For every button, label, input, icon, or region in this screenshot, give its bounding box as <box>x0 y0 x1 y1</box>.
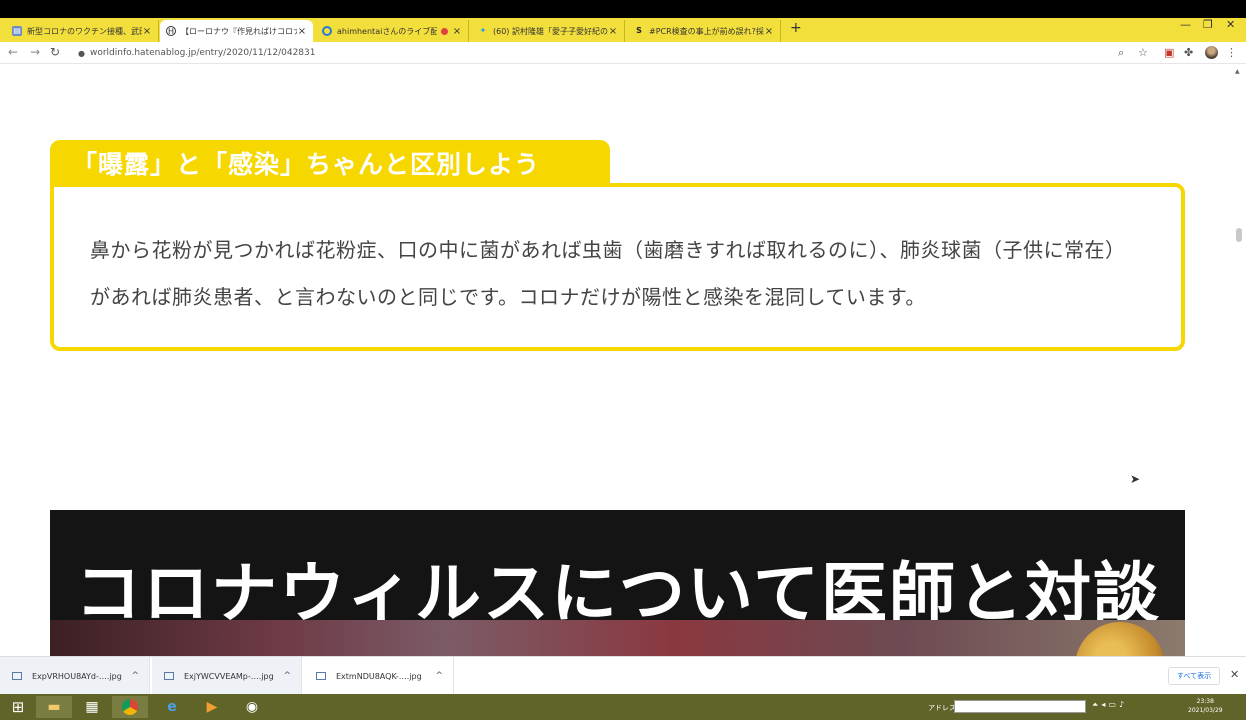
tab-2[interactable]: H 【ローロナウ『作見ればけコロナ脱却の… × <box>160 20 313 42</box>
profile-avatar[interactable] <box>1205 46 1218 59</box>
lock-icon: ● <box>78 48 85 58</box>
banner-photo <box>50 620 1185 656</box>
tab-title: #PCR検査の事上が前め誤れ?採用 <box>649 26 764 36</box>
back-icon[interactable]: ← <box>8 45 18 59</box>
tab-title: (60) 訳村隆雄「愛子子愛好紀の… <box>493 26 608 36</box>
tab-3[interactable]: ahimhentaiさんのライブ配信 × <box>316 20 469 42</box>
scrollbar[interactable]: ▲ <box>1232 64 1246 656</box>
clock-date: 2021/03/29 <box>1188 707 1223 714</box>
download-item[interactable]: ExpVRHOU8AYd-….jpg ^ <box>0 657 150 695</box>
image-file-icon <box>316 672 326 680</box>
chevron-up-icon[interactable]: ^ <box>283 671 291 681</box>
media-player-icon[interactable]: ▶ <box>194 696 230 718</box>
show-all-downloads-button[interactable]: すべて表示 <box>1168 667 1220 685</box>
recording-dot-icon <box>441 27 448 35</box>
callout-text: 鼻から花粉が見つかれば花粉症、口の中に菌があれば虫歯（歯磨きすれば取れるのに）、… <box>90 238 1126 309</box>
taskbar-clock[interactable]: 23:38 2021/03/29 <box>1188 697 1223 715</box>
hatena-icon: H <box>166 26 176 36</box>
address-bar: ← → ↻ ● worldinfo.hatenablog.jp/entry/20… <box>0 42 1246 64</box>
close-icon[interactable]: × <box>452 26 462 37</box>
section-heading-text: 「曝露」と「感染」ちゃんと区別しよう <box>72 150 541 179</box>
store-icon[interactable]: ▦ <box>74 696 110 718</box>
extensions-puzzle-icon[interactable]: ✤ <box>1184 46 1193 59</box>
chrome-circle-icon <box>322 26 332 36</box>
windows-start-icon[interactable]: ⊞ <box>0 696 36 718</box>
bookmark-star-icon[interactable]: ☆ <box>1138 46 1148 59</box>
image-file-icon <box>164 672 174 680</box>
section-heading: 「曝露」と「感染」ちゃんと区別しよう <box>50 140 610 186</box>
menu-dots-icon[interactable]: ⋮ <box>1226 46 1237 59</box>
tab-bar: ▤ 新型コロナのワクチン接種、武田田… × H 【ローロナウ『作見ればけコロナ脱… <box>0 18 1246 42</box>
reload-icon[interactable]: ↻ <box>50 45 60 59</box>
banner-image[interactable]: コロナウィルスについて医師と対談 <box>50 510 1185 656</box>
download-item[interactable]: ExjYWCVVEAMp-….jpg ^ <box>152 657 302 695</box>
tab-title: 【ローロナウ『作見ればけコロナ脱却の… <box>181 26 297 36</box>
url-text: worldinfo.hatenablog.jp/entry/2020/11/12… <box>89 48 316 58</box>
close-icon[interactable]: × <box>297 26 307 37</box>
tab-4[interactable]: ✦ (60) 訳村隆雄「愛子子愛好紀の… × <box>472 20 625 42</box>
mouse-pointer-icon: ➤ <box>1130 472 1141 486</box>
close-icon[interactable]: × <box>608 26 618 37</box>
forward-icon[interactable]: → <box>30 45 40 59</box>
tab-title: ahimhentaiさんのライブ配信 <box>337 26 437 36</box>
url-field[interactable]: ● worldinfo.hatenablog.jp/entry/2020/11/… <box>78 48 315 58</box>
download-bar: ExpVRHOU8AYd-….jpg ^ ExjYWCVVEAMp-….jpg … <box>0 656 1246 695</box>
s-logo-icon: S <box>636 26 642 35</box>
new-tab-button[interactable]: + <box>790 20 802 36</box>
pdf-extension-icon[interactable]: ▣ <box>1164 46 1174 59</box>
browser-window: ▤ 新型コロナのワクチン接種、武田田… × H 【ローロナウ『作見ればけコロナ脱… <box>0 0 1246 720</box>
taskbar-address-label: アドレス <box>928 704 956 712</box>
window-close-icon[interactable]: ✕ <box>1226 18 1235 31</box>
tab-title: 新型コロナのワクチン接種、武田田… <box>27 26 142 36</box>
page-icon: ▤ <box>12 26 22 36</box>
clock-time: 23:38 <box>1196 698 1214 705</box>
maximize-icon[interactable]: ❐ <box>1203 18 1213 31</box>
internet-explorer-icon[interactable]: e <box>154 696 190 718</box>
zoom-icon[interactable]: ⌕ <box>1118 46 1124 60</box>
scrollbar-thumb[interactable] <box>1236 228 1242 242</box>
chevron-up-icon[interactable]: ^ <box>435 671 443 681</box>
top-black-strip <box>0 0 1246 18</box>
image-file-icon <box>12 672 22 680</box>
close-icon[interactable]: × <box>764 26 774 37</box>
download-filename: ExjYWCVVEAMp-….jpg <box>184 671 274 681</box>
download-filename: ExtmNDU8AQK-….jpg <box>336 671 422 681</box>
file-explorer-icon[interactable]: ▬ <box>36 696 72 718</box>
system-tray[interactable]: ⏶◂▭♪ <box>1092 700 1127 710</box>
tab-1[interactable]: ▤ 新型コロナのワクチン接種、武田田… × <box>6 20 159 42</box>
callout-box: 鼻から花粉が見つかれば花粉症、口の中に菌があれば虫歯（歯磨きすれば取れるのに）、… <box>50 183 1185 351</box>
download-item[interactable]: ExtmNDU8AQK-….jpg ^ <box>304 657 454 695</box>
tab-5[interactable]: S #PCR検査の事上が前め誤れ?採用 × <box>628 20 781 42</box>
taskbar-address-input[interactable] <box>954 700 1086 713</box>
page-content: 「曝露」と「感染」ちゃんと区別しよう 鼻から花粉が見つかれば花粉症、口の中に菌が… <box>0 64 1230 656</box>
twitter-bird-icon: ✦ <box>479 26 487 35</box>
scroll-up-icon[interactable]: ▲ <box>1235 68 1240 75</box>
minimize-icon[interactable]: — <box>1180 18 1191 31</box>
close-icon[interactable]: × <box>142 26 152 37</box>
chevron-up-icon[interactable]: ^ <box>131 671 139 681</box>
download-filename: ExpVRHOU8AYd-….jpg <box>32 671 122 681</box>
obs-icon[interactable]: ◉ <box>234 696 270 718</box>
chrome-icon[interactable] <box>112 696 148 718</box>
close-download-bar-icon[interactable]: ✕ <box>1230 668 1239 681</box>
